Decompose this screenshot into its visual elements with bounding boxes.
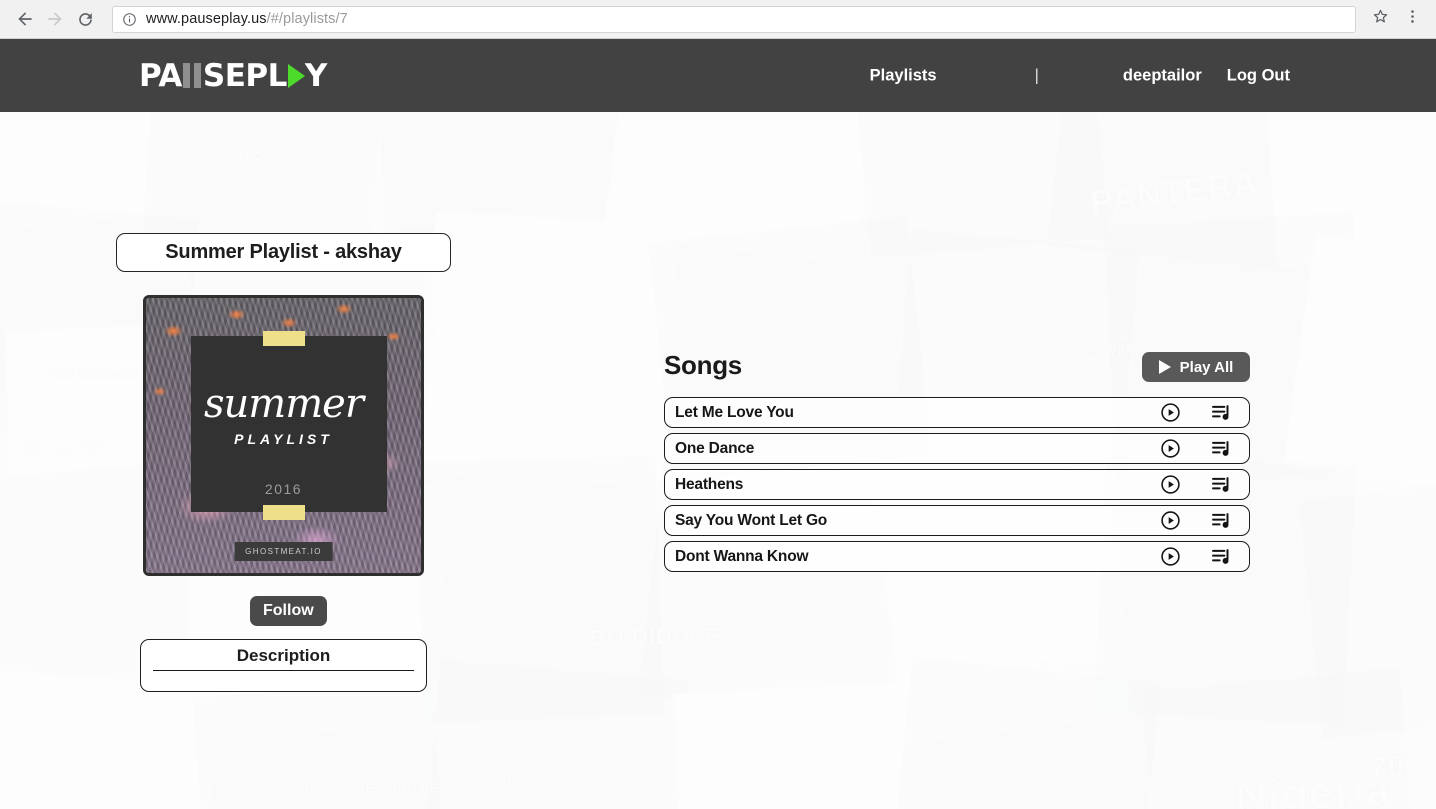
address-bar[interactable]: www.pauseplay.us/#/playlists/7	[112, 5, 1356, 33]
play-circle-icon[interactable]	[1159, 510, 1181, 532]
page-viewport: PANTERA Nigeria 70 IBI NA BO GO AFRICA 7…	[0, 39, 1436, 809]
song-row[interactable]: Heathens	[664, 469, 1250, 500]
logo-text-part2: SEPL	[202, 57, 287, 94]
description-box[interactable]: Description	[140, 639, 427, 692]
three-dot-menu-icon	[1404, 8, 1421, 30]
cover-title-script: summer	[204, 381, 364, 427]
play-all-label: Play All	[1179, 358, 1234, 376]
nav-divider: |	[1034, 66, 1039, 84]
play-circle-icon[interactable]	[1159, 438, 1181, 460]
cover-tape-bottom-icon	[262, 505, 305, 520]
cover-credit: GHOSTMEAT.IO	[234, 542, 333, 561]
forward-arrow-icon	[45, 9, 65, 29]
site-logo[interactable]: PA SEPL Y	[139, 58, 327, 94]
nav-link-username[interactable]: deeptailor	[1123, 66, 1202, 85]
queue-music-icon[interactable]	[1210, 439, 1234, 459]
nav-link-playlists[interactable]: Playlists	[870, 66, 937, 85]
queue-music-icon[interactable]	[1210, 511, 1234, 531]
queue-music-icon[interactable]	[1210, 403, 1234, 423]
description-divider	[153, 670, 414, 671]
song-row[interactable]: Say You Wont Let Go	[664, 505, 1250, 536]
site-header: PA SEPL Y Playlists | deeptailor Log Out	[0, 39, 1436, 112]
pause-bars-icon	[182, 63, 201, 88]
song-list: Let Me Love You One Dance Heathens Say You …	[664, 397, 1250, 577]
play-circle-icon[interactable]	[1159, 474, 1181, 496]
url-host: www.pauseplay.us	[146, 11, 267, 27]
cover-year: 2016	[264, 481, 303, 497]
logo-text-part1: PA	[139, 57, 182, 94]
description-body	[141, 674, 426, 686]
play-circle-icon[interactable]	[1159, 546, 1181, 568]
back-arrow-icon	[15, 9, 35, 29]
play-triangle-icon	[287, 63, 305, 88]
song-row[interactable]: One Dance	[664, 433, 1250, 464]
play-circle-icon[interactable]	[1159, 402, 1181, 424]
description-heading: Description	[236, 646, 331, 665]
playlist-cover-art[interactable]: summer PLAYLIST 2016 GHOSTMEAT.IO	[143, 295, 424, 576]
follow-button[interactable]: Follow	[250, 596, 327, 626]
play-all-button[interactable]: Play All	[1142, 352, 1250, 382]
forward-button[interactable]	[40, 4, 70, 34]
star-icon	[1371, 7, 1390, 31]
reload-icon	[76, 10, 95, 29]
queue-music-icon[interactable]	[1210, 547, 1234, 567]
browser-toolbar: www.pauseplay.us/#/playlists/7	[0, 0, 1436, 39]
main-navigation: Playlists | deeptailor Log Out	[870, 66, 1290, 85]
cover-subtitle: PLAYLIST	[234, 431, 333, 447]
nav-link-logout[interactable]: Log Out	[1227, 66, 1290, 85]
page-title: Summer Playlist - akshay	[165, 241, 402, 263]
browser-menu-button[interactable]	[1398, 5, 1426, 33]
song-row[interactable]: Let Me Love You	[664, 397, 1250, 428]
queue-music-icon[interactable]	[1210, 475, 1234, 495]
songs-heading: Songs	[664, 350, 742, 380]
bookmark-button[interactable]	[1366, 5, 1394, 33]
playlist-title-box[interactable]: Summer Playlist - akshay	[116, 233, 451, 272]
url-text: www.pauseplay.us/#/playlists/7	[146, 11, 348, 27]
cover-tape-top-icon	[262, 331, 305, 346]
play-triangle-icon	[1158, 360, 1171, 374]
reload-button[interactable]	[70, 4, 100, 34]
song-row[interactable]: Dont Wanna Know	[664, 541, 1250, 572]
info-circle-icon[interactable]	[122, 12, 137, 27]
back-button[interactable]	[10, 4, 40, 34]
url-path: /#/playlists/7	[266, 11, 348, 27]
logo-text-part3: Y	[304, 57, 327, 94]
